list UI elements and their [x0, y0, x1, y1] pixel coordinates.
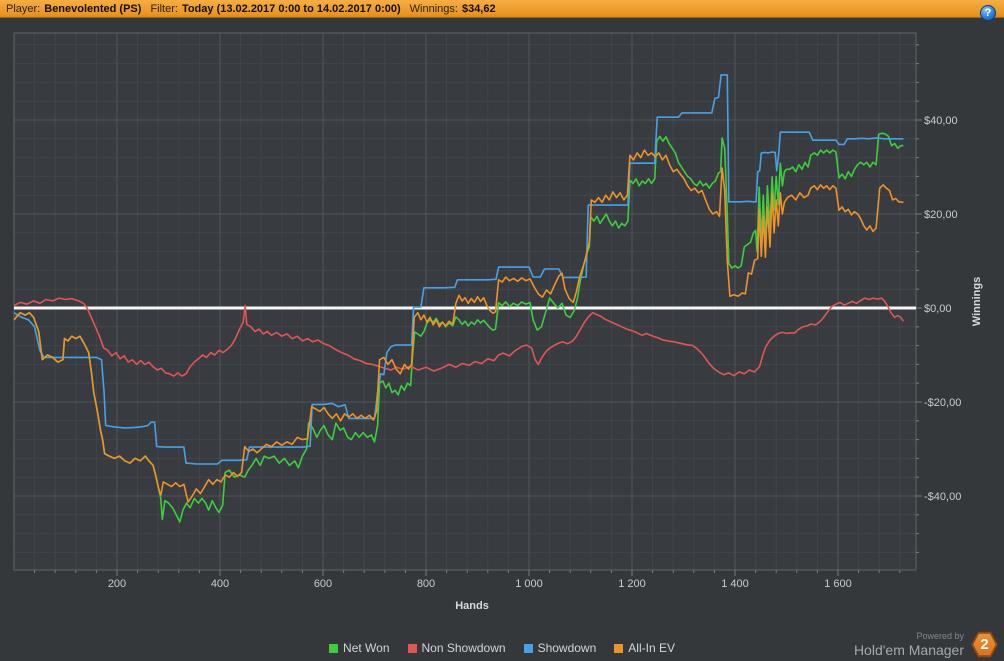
- winnings-graph: 200 400 600 800 1 000 1 200 1 400 1 600 $40,00 $2…: [13, 32, 983, 612]
- y-tick-label: $40,00: [924, 115, 958, 127]
- y-tick-label: $0,00: [924, 303, 952, 315]
- y-axis-title: Winnings: [971, 277, 983, 326]
- y-tick-label: -$20,00: [924, 397, 961, 409]
- x-tick-label: 800: [417, 578, 435, 590]
- brand-name: Hold'em Manager: [853, 642, 964, 658]
- x-tick-label: 1 400: [721, 578, 749, 590]
- x-axis-title: Hands: [455, 600, 489, 612]
- legend-label: Non Showdown: [421, 641, 506, 655]
- legend-label: Showdown: [537, 641, 597, 655]
- hem2-logo-number: 2: [973, 633, 996, 656]
- legend-label: All-In EV: [628, 641, 675, 655]
- hem-graph-window: Player: Benevolented (PS) Filter: Today …: [0, 0, 1004, 661]
- legend-item-non-showdown[interactable]: Non Showdown: [407, 641, 506, 655]
- x-tick-label: 1 200: [618, 578, 646, 590]
- legend-item-net-won[interactable]: Net Won: [329, 641, 390, 655]
- x-tick-label: 600: [314, 578, 332, 590]
- y-tick-label: -$40,00: [924, 491, 961, 503]
- powered-by-block: Powered by Hold'em Manager 2: [854, 631, 998, 658]
- x-tick-label: 400: [211, 578, 229, 590]
- x-tick-label: 1 000: [515, 578, 543, 590]
- legend-swatch-icon: [614, 643, 624, 653]
- hem2-logo-icon: 2: [971, 631, 998, 658]
- legend-label: Net Won: [343, 641, 390, 655]
- legend-item-showdown[interactable]: Showdown: [523, 641, 597, 655]
- y-tick-label: $20,00: [924, 209, 958, 221]
- legend-item-all-in-ev[interactable]: All-In EV: [614, 641, 675, 655]
- plot-background: [14, 33, 916, 570]
- legend-swatch-icon: [407, 643, 417, 653]
- x-tick-label: 200: [108, 578, 126, 590]
- powered-by-label: Powered by: [916, 631, 964, 641]
- help-icon[interactable]: ?: [980, 5, 996, 21]
- legend-swatch-icon: [329, 643, 339, 653]
- legend-swatch-icon: [523, 643, 533, 653]
- x-tick-label: 1 600: [824, 578, 852, 590]
